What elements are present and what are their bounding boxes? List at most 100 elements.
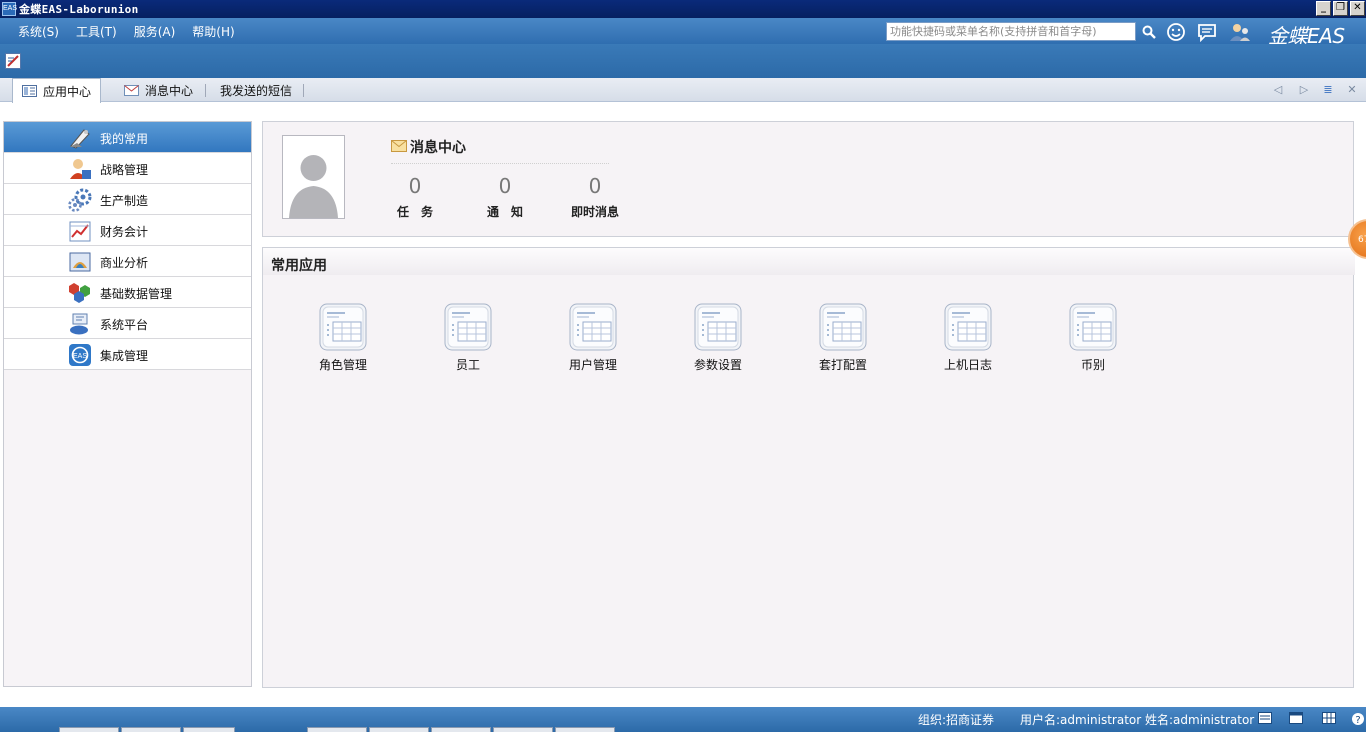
chat-message-icon[interactable] [1197,22,1217,42]
strategy-icon [68,157,92,181]
tab-scroll-left-icon[interactable]: ◁ [1271,83,1285,97]
maximize-button[interactable]: ❐ [1333,1,1348,16]
menu-bar: 系统(S) 工具(T) 服务(A) 帮助(H) 金蝶EAS [0,18,1366,48]
app-table-icon [1069,303,1117,351]
common-apps-header: 常用应用 [263,247,1355,275]
taskbar-button[interactable] [183,727,235,732]
app-tile[interactable]: 套打配置 [798,303,888,375]
menu-help[interactable]: 帮助(H) [192,23,234,40]
sidebar-item-manufacturing[interactable]: 生产制造 [4,184,251,215]
app-logo-icon: EAS [2,2,17,16]
message-center-header: 消息中心 [391,136,609,164]
sidebar-item-label: 商业分析 [100,256,149,270]
app-tile-label: 角色管理 [318,358,367,372]
tab-label: 应用中心 [42,84,91,99]
svg-text:EAS: EAS [73,353,87,360]
sidebar-item-my-favorites[interactable]: 我的常用 [4,122,251,153]
module-sidebar: 我的常用 战略管理 生产制造 财务会计 商业分析 基础数据管理 系统平台 EAS… [3,121,252,687]
main-area: 我的常用 战略管理 生产制造 财务会计 商业分析 基础数据管理 系统平台 EAS… [0,103,1366,707]
message-panel: 消息中心 0 任 务 0 通 知 0 即时消息 [262,121,1354,237]
sidebar-item-label: 系统平台 [100,318,149,332]
app-tile[interactable]: 角色管理 [298,303,388,375]
app-tile[interactable]: 员工 [423,303,513,375]
tab-label: 我发送的短信 [220,83,293,98]
notice-counter[interactable]: 0 通 知 [475,174,535,220]
system-platform-icon [68,312,92,336]
taskbar-button[interactable] [59,727,119,732]
sidebar-item-label: 基础数据管理 [100,287,173,301]
app-tile[interactable]: 参数设置 [673,303,763,375]
avatar[interactable] [282,135,345,219]
minimize-button[interactable]: _ [1316,1,1331,16]
instant-message-counter[interactable]: 0 即时消息 [565,174,625,220]
taskbar-button[interactable] [555,727,615,732]
status-help-icon[interactable]: ? [1351,712,1365,726]
sidebar-item-finance[interactable]: 财务会计 [4,215,251,246]
base-data-icon [68,281,92,305]
tab-list-icon[interactable]: ≣ [1321,83,1335,97]
close-button[interactable]: ✕ [1350,1,1365,16]
app-table-icon [569,303,617,351]
tab-close-icon[interactable]: ✕ [1345,83,1359,97]
status-list-icon[interactable] [1258,712,1272,724]
menu-tools[interactable]: 工具(T) [76,23,117,40]
taskbar-button[interactable] [307,727,367,732]
app-tile[interactable]: 用户管理 [548,303,638,375]
app-tile[interactable]: 上机日志 [923,303,1013,375]
sidebar-item-system-platform[interactable]: 系统平台 [4,308,251,339]
tab-sent-sms[interactable]: 我发送的短信 [220,78,292,102]
status-organization: 组织:招商证券 [918,713,995,727]
menu-system[interactable]: 系统(S) [18,23,59,40]
envelope-icon [124,84,139,96]
message-center-title[interactable]: 消息中心 [410,137,466,157]
search-icon[interactable] [1139,22,1159,42]
tab-message-center[interactable]: 消息中心 [124,78,193,102]
tab-label: 消息中心 [145,83,194,98]
window-controls: _ ❐ ✕ [1316,1,1365,16]
taskbar-button[interactable] [493,727,553,732]
tab-separator [205,84,206,97]
smiley-icon[interactable] [1166,22,1186,42]
menu-service[interactable]: 服务(A) [134,23,176,40]
business-analysis-icon [68,250,92,274]
tab-app-center[interactable]: 应用中心 [12,78,101,103]
finance-chart-icon [68,219,92,243]
app-table-icon [819,303,867,351]
app-tile[interactable]: 币别 [1048,303,1138,375]
counter-value: 0 [498,174,512,198]
counter-value: 0 [408,174,422,198]
app-center-icon [21,85,37,97]
search-input[interactable] [886,22,1136,41]
sidebar-item-integration[interactable]: EAS 集成管理 [4,339,251,370]
tool-strip [0,44,1366,78]
tab-bar: 应用中心 消息中心 我发送的短信 ◁ ▷ ≣ ✕ [0,78,1366,103]
app-tile-label: 用户管理 [568,358,617,372]
sidebar-item-label: 我的常用 [100,132,149,146]
counter-label: 即时消息 [570,205,619,219]
sidebar-item-label: 生产制造 [100,194,149,208]
task-counter[interactable]: 0 任 务 [385,174,445,220]
common-apps-title: 常用应用 [271,258,327,274]
taskbar-button[interactable] [369,727,429,732]
window-title: 金蝶EAS-Laborunion [19,3,139,16]
app-table-icon [319,303,367,351]
app-table-icon [694,303,742,351]
online-user-icon[interactable] [1228,22,1252,42]
app-tile-label: 参数设置 [693,358,742,372]
status-user: 用户名:administrator 姓名:administrator [1020,713,1255,727]
taskbar-button[interactable] [121,727,181,732]
sidebar-item-business-analysis[interactable]: 商业分析 [4,246,251,277]
title-bar: EAS 金蝶EAS-Laborunion _ ❐ ✕ [0,0,1366,18]
status-grid-icon[interactable] [1322,712,1336,724]
app-table-icon [944,303,992,351]
common-apps-panel: 常用应用 角色管理 员工 用户管理 参数设置 套打配置 上机日志 币别 [262,247,1355,688]
sidebar-item-strategy[interactable]: 战略管理 [4,153,251,184]
manufacturing-gears-icon [68,188,92,212]
status-window-icon[interactable] [1289,712,1303,724]
taskbar-button[interactable] [431,727,491,732]
sidebar-item-base-data[interactable]: 基础数据管理 [4,277,251,308]
edit-note-icon[interactable] [5,53,21,69]
integration-eas-icon: EAS [68,343,92,367]
tab-scroll-right-icon[interactable]: ▷ [1297,83,1311,97]
svg-text:?: ? [1355,715,1360,726]
